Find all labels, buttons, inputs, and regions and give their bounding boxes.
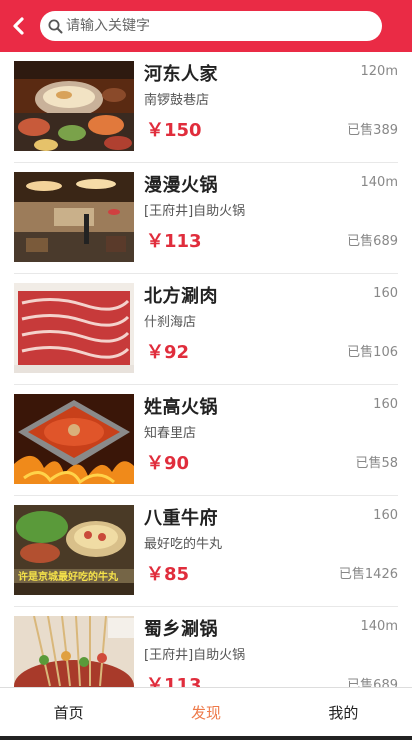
- restaurant-image: [14, 616, 134, 687]
- list-item[interactable]: 许是京城最好吃的牛丸 八重牛府 160 最好吃的牛丸 ￥85 已售1426: [0, 496, 412, 607]
- restaurant-description: 最好吃的牛丸: [144, 537, 223, 552]
- restaurant-price: ￥92: [146, 342, 190, 363]
- restaurant-list: 河东人家 120m 南锣鼓巷店 ￥150 已售389 漫漫火锅 140m [王府…: [0, 52, 412, 687]
- list-item[interactable]: 北方涮肉 160 什刹海店 ￥92 已售106: [0, 274, 412, 385]
- restaurant-sold-count: 已售58: [355, 456, 398, 471]
- restaurant-distance: 160: [373, 397, 398, 412]
- list-item[interactable]: 蜀乡涮锅 140m [王府井]自助火锅 ￥113 已售689: [0, 607, 412, 687]
- restaurant-name: 河东人家: [144, 64, 218, 85]
- restaurant-distance: 120m: [360, 64, 398, 79]
- restaurant-sold-count: 已售1426: [338, 567, 398, 582]
- restaurant-image: [14, 172, 134, 262]
- tab-home[interactable]: 首页: [0, 688, 137, 736]
- bottom-tab-bar: 首页 发现 我的: [0, 687, 412, 736]
- list-item[interactable]: 河东人家 120m 南锣鼓巷店 ￥150 已售389: [0, 52, 412, 163]
- back-button[interactable]: [0, 0, 36, 52]
- restaurant-sold-count: 已售106: [347, 345, 398, 360]
- restaurant-description: [王府井]自助火锅: [144, 204, 246, 219]
- list-item[interactable]: 漫漫火锅 140m [王府井]自助火锅 ￥113 已售689: [0, 163, 412, 274]
- restaurant-price: ￥113: [146, 675, 202, 687]
- search-icon: [46, 17, 64, 35]
- restaurant-price: ￥90: [146, 453, 190, 474]
- restaurant-price: ￥150: [146, 120, 202, 141]
- restaurant-name: 八重牛府: [144, 508, 218, 529]
- back-arrow-icon: [13, 17, 24, 35]
- restaurant-description: 知春里店: [144, 426, 197, 441]
- restaurant-sold-count: 已售689: [347, 678, 398, 687]
- restaurant-name: 北方涮肉: [144, 286, 218, 307]
- restaurant-sold-count: 已售689: [347, 234, 398, 249]
- restaurant-name: 姓高火锅: [144, 397, 218, 418]
- search-input[interactable]: [64, 11, 382, 41]
- top-header: [0, 0, 412, 52]
- restaurant-sold-count: 已售389: [347, 123, 398, 138]
- restaurant-description: 南锣鼓巷店: [144, 93, 210, 108]
- tab-mine[interactable]: 我的: [275, 688, 412, 736]
- system-bottom-bar: [0, 736, 412, 740]
- restaurant-image: [14, 394, 134, 484]
- restaurant-price: ￥113: [146, 231, 202, 252]
- restaurant-distance: 160: [373, 286, 398, 301]
- restaurant-description: [王府井]自助火锅: [144, 648, 246, 663]
- restaurant-image: 许是京城最好吃的牛丸: [14, 505, 134, 595]
- tab-discover[interactable]: 发现: [137, 688, 274, 736]
- image-caption: 许是京城最好吃的牛丸: [18, 570, 119, 583]
- list-item[interactable]: 姓高火锅 160 知春里店 ￥90 已售58: [0, 385, 412, 496]
- restaurant-description: 什刹海店: [144, 315, 197, 330]
- restaurant-price: ￥85: [146, 564, 190, 585]
- search-box[interactable]: [40, 11, 382, 41]
- restaurant-name: 蜀乡涮锅: [144, 619, 218, 640]
- restaurant-name: 漫漫火锅: [144, 175, 218, 196]
- restaurant-image: [14, 61, 134, 151]
- restaurant-distance: 140m: [360, 175, 398, 190]
- restaurant-image: [14, 283, 134, 373]
- restaurant-distance: 160: [373, 508, 398, 523]
- restaurant-distance: 140m: [360, 619, 398, 634]
